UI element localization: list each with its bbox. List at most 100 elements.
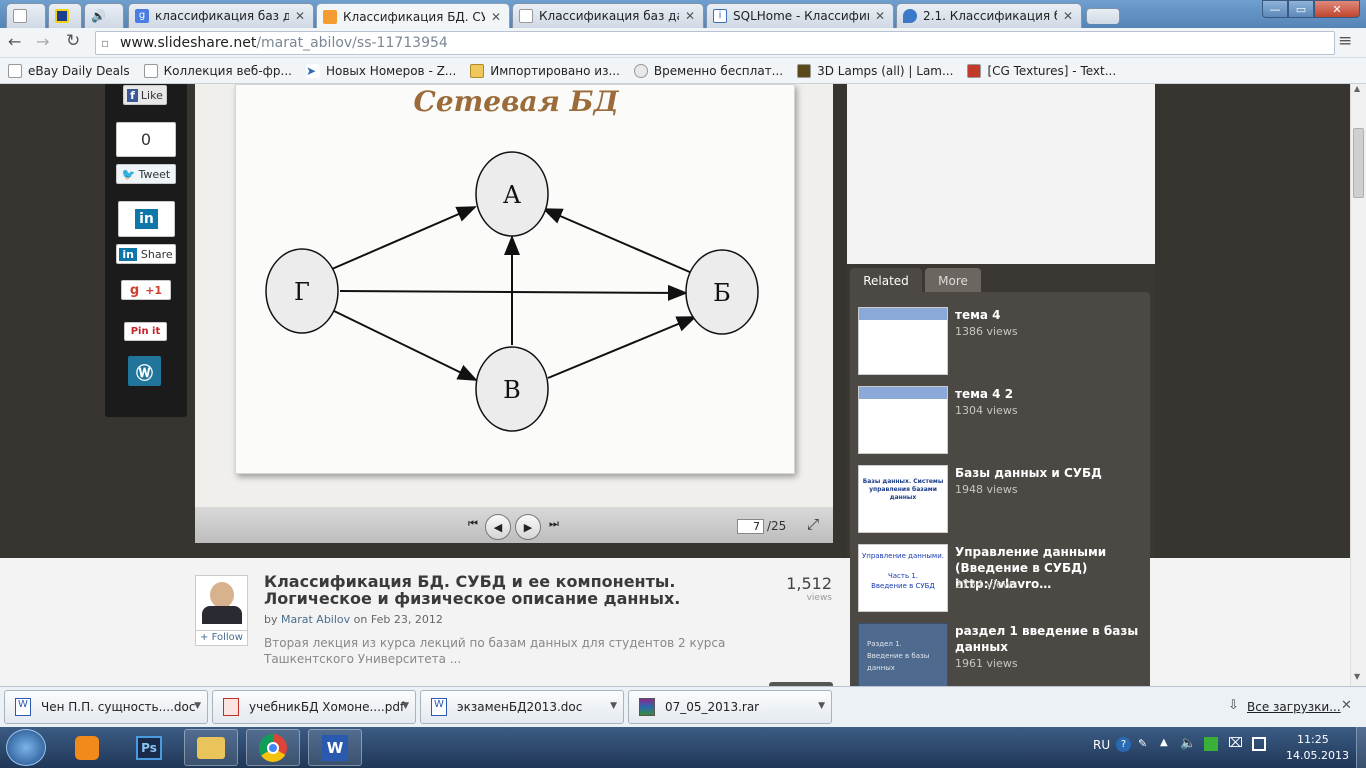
linkedin-share-button[interactable]: in Share — [116, 244, 176, 264]
bookmark-item[interactable]: Временно бесплат... — [633, 63, 783, 78]
twitter-icon: 🐦 — [121, 167, 136, 181]
avatar[interactable] — [195, 575, 248, 638]
maximize-button[interactable]: ▭ — [1288, 0, 1314, 18]
related-item[interactable]: Раздел 1. Введение в базы данных раздел … — [858, 623, 1148, 686]
pinit-button[interactable]: Pin it — [124, 322, 167, 341]
tab-classification[interactable]: Классификация баз данн✕ — [512, 3, 704, 28]
bookmark-item[interactable]: 3D Lamps (all) | Lam... — [797, 63, 953, 78]
first-slide-icon[interactable]: ⏮ — [468, 517, 478, 531]
new-tab-button[interactable] — [1086, 8, 1120, 24]
scroll-thumb[interactable] — [1353, 128, 1364, 198]
menu-icon[interactable]: ≡ — [1338, 31, 1352, 51]
forward-icon[interactable]: → — [36, 32, 49, 51]
edge-v-b — [547, 316, 697, 379]
bookmark-item[interactable]: eBay Daily Deals — [8, 63, 130, 78]
bookmark-item[interactable]: Коллекция веб-фр... — [143, 63, 292, 78]
last-slide-icon[interactable]: ⏭ — [549, 517, 559, 531]
next-slide-button[interactable]: ▶ — [515, 514, 541, 540]
close-icon[interactable]: ✕ — [491, 10, 501, 24]
scrollbar[interactable]: ▲ ▼ — [1350, 84, 1366, 686]
language-indicator[interactable]: RU — [1093, 738, 1110, 752]
taskbar-explorer[interactable] — [184, 729, 238, 766]
download-item[interactable]: WэкзаменБД2013.doc ▼ — [420, 690, 624, 724]
linkedin-icon: in — [135, 209, 158, 229]
close-icon[interactable]: ✕ — [1341, 698, 1352, 713]
tab-more[interactable]: More — [925, 268, 981, 293]
tab-sqlhome[interactable]: iSQLHome - Классификац✕ — [706, 3, 894, 28]
related-item[interactable]: Базы данных. Системы управления базами д… — [858, 465, 1148, 535]
tab-page[interactable] — [6, 3, 46, 28]
all-downloads-link[interactable]: Все загрузки... — [1247, 700, 1341, 714]
prev-slide-button[interactable]: ◀ — [485, 514, 511, 540]
fullscreen-icon[interactable]: ⤢ — [807, 515, 819, 533]
back-icon[interactable]: ← — [8, 32, 21, 51]
tab-strip: 🔊 gклассификация баз данн✕ Классификация… — [0, 0, 1366, 29]
tab-google[interactable]: gклассификация баз данн✕ — [128, 3, 314, 28]
tray-expand-icon[interactable]: ▲ — [1160, 737, 1168, 748]
device-icon[interactable]: ⌧ — [1228, 736, 1243, 751]
wordpress-icon[interactable]: Ⓦ — [128, 356, 161, 386]
taskbar-word[interactable]: W — [308, 729, 362, 766]
volume-icon[interactable]: 🔈 — [1180, 736, 1196, 751]
close-window-button[interactable]: ✕ — [1314, 0, 1360, 18]
scroll-down-icon[interactable]: ▼ — [1354, 672, 1360, 681]
taskbar-chrome[interactable] — [246, 729, 300, 766]
author-link[interactable]: Marat Abilov — [281, 613, 350, 626]
clock-date[interactable]: 14.05.2013 — [1286, 749, 1349, 762]
start-button[interactable] — [6, 729, 46, 766]
show-desktop-button[interactable] — [1356, 727, 1366, 768]
page-input[interactable]: 7 — [737, 519, 764, 534]
gplus-button[interactable]: g +1 — [121, 280, 171, 300]
related-list: тема 4 1386 views тема 4 2 1304 views Ба… — [850, 292, 1150, 686]
dropdown-icon[interactable]: ▼ — [818, 701, 825, 711]
close-icon[interactable]: ✕ — [875, 9, 885, 23]
thumbnail: Базы данных. Системы управления базами д… — [858, 465, 948, 533]
close-icon[interactable]: ✕ — [685, 9, 695, 23]
related-item[interactable]: тема 4 1386 views — [858, 307, 1148, 377]
slide-viewer[interactable]: Сетевая БД А Б Г В — [195, 84, 833, 507]
tweet-button[interactable]: 🐦 Tweet — [116, 164, 176, 184]
flag-icon[interactable] — [1252, 737, 1266, 751]
related-item[interactable]: тема 4 2 1304 views — [858, 386, 1148, 456]
download-item[interactable]: W Чен П.П. сущность....doc ▼ — [4, 690, 208, 724]
bookmark-item[interactable]: [CG Textures] - Text... — [967, 63, 1116, 78]
tab-slideshare[interactable]: Классификация БД. СУБД✕ — [316, 3, 510, 29]
bookmarks-bar: eBay Daily Deals Коллекция веб-фр... ➤ Но… — [0, 58, 1366, 84]
facebook-icon: f — [127, 88, 138, 102]
dropdown-icon[interactable]: ▼ — [402, 701, 409, 711]
tab-21[interactable]: 2.1. Классификация баз д✕ — [896, 3, 1082, 28]
tab-diamond[interactable] — [48, 3, 82, 28]
dropdown-icon[interactable]: ▼ — [194, 701, 201, 711]
network-icon[interactable] — [1204, 737, 1218, 751]
close-icon[interactable]: ✕ — [295, 9, 305, 23]
bookmark-item[interactable]: ➤ Новых Номеров - Z... — [305, 63, 456, 78]
description: Вторая лекция из курса лекций по базам д… — [264, 636, 726, 666]
page-content: f Like 0 🐦 Tweet in in Share g +1 Pin it Ⓦ С… — [0, 84, 1366, 686]
follow-button[interactable]: + Follow — [195, 630, 248, 646]
wordpress-icon — [633, 63, 648, 78]
tab-speaker[interactable]: 🔊 — [84, 3, 124, 28]
address-bar[interactable]: ▫ www.slideshare.net/marat_abilov/ss-117… — [95, 31, 1335, 55]
settings-icon[interactable]: ✎ — [1138, 737, 1147, 750]
reload-icon[interactable]: ↻ — [66, 31, 80, 51]
folder-icon — [197, 736, 225, 759]
download-item[interactable]: 07_05_2013.rar ▼ — [628, 690, 832, 724]
texture-icon — [967, 63, 982, 78]
facebook-like-button[interactable]: f Like — [123, 85, 167, 105]
close-icon[interactable]: ✕ — [1063, 9, 1073, 23]
clock-time[interactable]: 11:25 — [1297, 733, 1329, 746]
taskbar-media-player[interactable] — [60, 729, 114, 766]
download-item[interactable]: учебникБД Хомоне....pdf ▼ — [212, 690, 416, 724]
dropdown-icon[interactable]: ▼ — [610, 701, 617, 711]
related-item[interactable]: Управление данными. Часть 1. Введение в … — [858, 544, 1148, 614]
help-icon[interactable]: ? — [1116, 737, 1131, 752]
bookmark-item[interactable]: Импортировано из... — [470, 63, 620, 78]
google-icon: g — [135, 9, 149, 23]
diamond-icon — [55, 9, 69, 23]
minimize-button[interactable]: — — [1262, 0, 1288, 18]
taskbar-photoshop[interactable]: Ps — [122, 729, 176, 766]
tab-related[interactable]: Related — [850, 268, 922, 293]
arrow-icon: ➤ — [305, 63, 320, 78]
network-diagram: А Б Г В — [265, 151, 759, 432]
scroll-up-icon[interactable]: ▲ — [1354, 84, 1360, 93]
